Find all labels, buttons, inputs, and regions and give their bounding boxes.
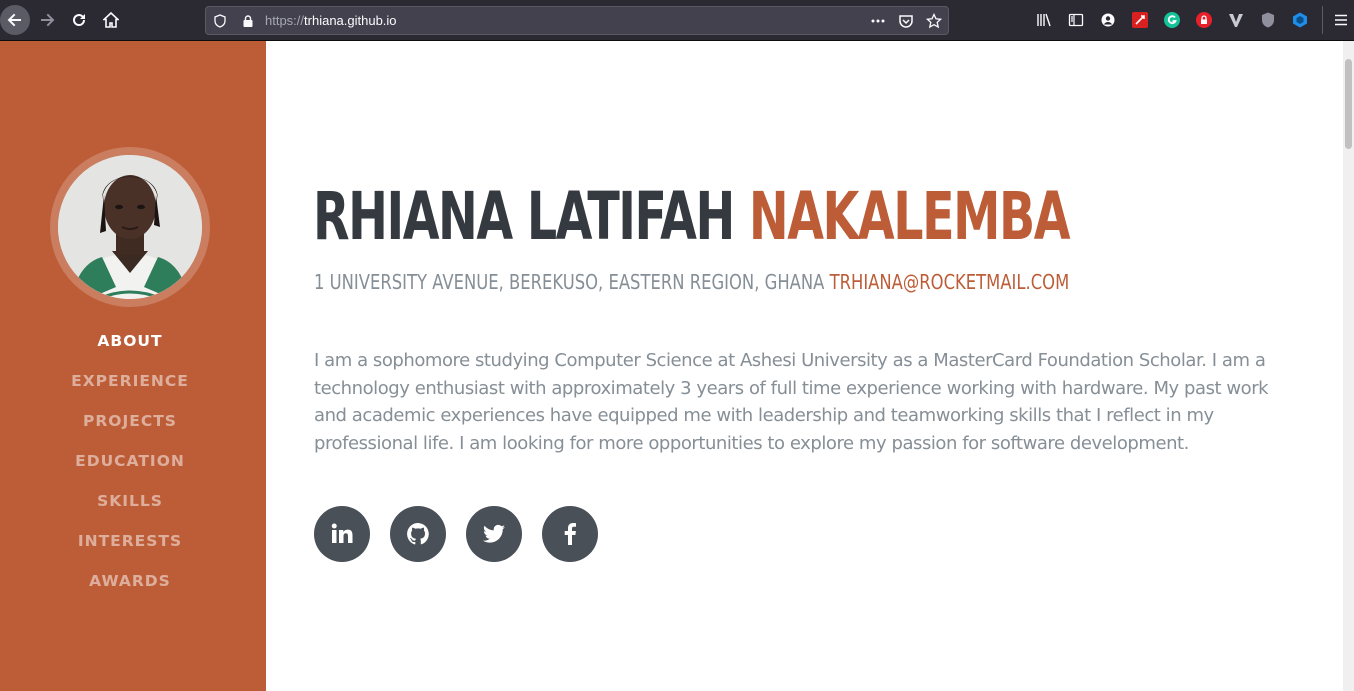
nav-link-awards[interactable]: AWARDS [0,564,260,604]
nav-list: ABOUT EXPERIENCE PROJECTS EDUCATION SKIL… [0,324,260,604]
home-icon [103,12,119,28]
contact-subheading: 1 UNIVERSITY AVENUE, BEREKUSO, EASTERN R… [314,268,1069,296]
bookmark-star-icon[interactable] [926,13,942,29]
nav-link-interests[interactable]: INTERESTS [0,524,260,564]
page-actions-icon[interactable] [870,13,886,29]
tracking-shield-icon[interactable] [212,13,228,29]
nav-link-skills[interactable]: SKILLS [0,484,260,524]
browser-toolbar: https://trhiana.github.io [0,0,1354,41]
back-icon [7,13,21,27]
menu-icon[interactable] [1333,12,1349,28]
forward-button[interactable] [33,6,61,34]
url-bar[interactable]: https://trhiana.github.io [205,6,949,35]
github-button[interactable] [390,506,446,562]
address: 1 UNIVERSITY AVENUE, BEREKUSO, EASTERN R… [314,270,825,294]
nav-link-projects[interactable]: PROJECTS [0,404,260,444]
twitter-button[interactable] [466,506,522,562]
sidebar-icon[interactable] [1068,12,1084,28]
reload-icon [73,14,85,26]
url-host: trhiana.github.io [304,13,397,28]
url-protocol: https:// [265,13,305,28]
back-button[interactable] [0,5,30,35]
linkedin-button[interactable] [314,506,370,562]
toolbar-divider [1322,6,1323,34]
linkedin-icon [331,523,353,543]
extension-shield-icon[interactable] [1260,12,1276,28]
email-link[interactable]: TRHIANA@ROCKETMAIL.COM [830,270,1070,294]
grammarly-icon[interactable] [1164,12,1180,28]
social-icons [314,506,618,562]
url-text[interactable]: https://trhiana.github.io [265,7,397,34]
nav-link-education[interactable]: EDUCATION [0,444,260,484]
pocket-icon[interactable] [898,13,914,29]
last-name: NAKALEMBA [748,178,1071,255]
first-name: RHIANA LATIFAH [313,178,735,255]
facebook-button[interactable] [542,506,598,562]
reload-button[interactable] [65,6,93,34]
forward-icon [41,13,55,27]
page-scrollbar[interactable] [1343,41,1354,691]
profile-photo [58,155,202,299]
facebook-icon [564,523,576,545]
nav-link-experience[interactable]: EXPERIENCE [0,364,260,404]
library-icon[interactable] [1036,12,1052,28]
extension-lock-icon[interactable] [1196,12,1212,28]
extension-v-icon[interactable] [1228,12,1244,28]
nav-link-about[interactable]: ABOUT [0,324,260,364]
lock-icon[interactable] [240,13,256,29]
page-title: RHIANA LATIFAH NAKALEMBA [313,172,1071,262]
twitter-icon [483,524,505,543]
github-icon [407,523,429,545]
scrollbar-thumb[interactable] [1345,59,1352,149]
extension-blue-cube-icon[interactable] [1292,12,1308,28]
profile-photo-frame [50,147,210,307]
extension-red-icon[interactable] [1132,12,1148,28]
account-icon[interactable] [1100,12,1116,28]
home-button[interactable] [97,6,125,34]
bio-paragraph: I am a sophomore studying Computer Scien… [314,350,1269,454]
sidebar-nav: ABOUT EXPERIENCE PROJECTS EDUCATION SKIL… [0,41,266,691]
